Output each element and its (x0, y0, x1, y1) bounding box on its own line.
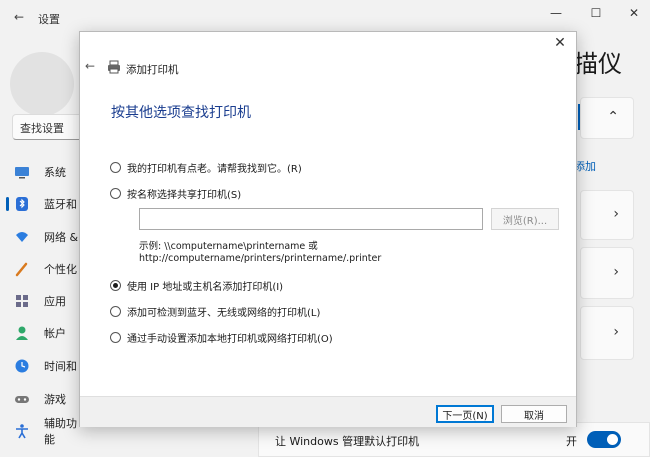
default-printer-setting-row: 让 Windows 管理默认打印机 开 (258, 422, 650, 457)
close-icon[interactable]: ✕ (552, 35, 568, 51)
sidebar-item-personalization[interactable]: 个性化 (14, 256, 80, 282)
sidebar-item-label: 时间和 (44, 360, 77, 373)
sidebar-item-accounts[interactable]: 帐户 (14, 320, 80, 346)
radio-button[interactable] (110, 280, 121, 291)
gamepad-icon (14, 391, 30, 407)
next-button[interactable]: 下一页(N) (436, 405, 494, 423)
option-detectable-printer[interactable]: 添加可检测到蓝牙、无线或网络的打印机(L) (110, 304, 320, 319)
default-printer-label: 让 Windows 管理默认打印机 (275, 435, 420, 448)
sidebar-item-network[interactable]: 网络 & (14, 224, 80, 250)
option-old-printer[interactable]: 我的打印机有点老。请帮我找到它。(R) (110, 160, 302, 175)
accessibility-icon (14, 423, 30, 439)
example-text-line2: http://computername/printers/printername… (139, 253, 382, 264)
shared-printer-name-input[interactable] (139, 208, 483, 230)
option-label: 我的打印机有点老。请帮我找到它。(R) (127, 164, 302, 175)
avatar (10, 52, 74, 116)
option-label: 按名称选择共享打印机(S) (127, 190, 242, 201)
chevron-right-icon: › (613, 206, 619, 222)
option-label: 通过手动设置添加本地打印机或网络打印机(O) (127, 334, 333, 345)
sidebar-item-label: 个性化 (44, 263, 77, 276)
radio-button[interactable] (110, 332, 121, 343)
sidebar-item-accessibility[interactable]: 辅助功能 (14, 417, 80, 446)
sidebar-item-time[interactable]: 时间和 (14, 353, 80, 379)
option-shared-printer[interactable]: 按名称选择共享打印机(S) (110, 186, 241, 201)
monitor-icon (14, 164, 30, 180)
settings-card[interactable]: › (580, 190, 634, 240)
default-printer-toggle[interactable] (587, 431, 621, 448)
radio-button[interactable] (110, 306, 121, 317)
browse-button[interactable]: 浏览(R)... (491, 208, 559, 230)
add-manually-link[interactable]: 添加 (574, 158, 596, 174)
apps-icon (14, 293, 30, 309)
settings-window-title: 设置 (38, 13, 60, 26)
sidebar-item-label: 游戏 (44, 393, 66, 406)
dialog-title: 添加打印机 (126, 64, 179, 76)
sidebar-item-apps[interactable]: 应用 (14, 288, 80, 314)
add-printer-dialog: ✕ ← 添加打印机 按其他选项查找打印机 我的打印机有点老。请帮我找到它。(R)… (79, 31, 577, 427)
sidebar-item-bluetooth[interactable]: 蓝牙和 (6, 191, 80, 217)
sidebar-item-gaming[interactable]: 游戏 (14, 386, 80, 412)
option-manual-setup[interactable]: 通过手动设置添加本地打印机或网络打印机(O) (110, 330, 333, 345)
sidebar-item-label: 系统 (44, 166, 66, 179)
toggle-state-label: 开 (566, 435, 577, 448)
sidebar-item-label: 网络 & (44, 231, 79, 244)
close-window-icon[interactable]: ✕ (624, 6, 644, 20)
dialog-footer: 下一页(N) 取消 (80, 396, 576, 427)
settings-titlebar: ← 设置 — ☐ ✕ (0, 0, 650, 34)
sidebar-item-label: 帐户 (44, 327, 66, 340)
chevron-right-icon: › (613, 264, 619, 280)
option-label: 使用 IP 地址或主机名添加打印机(I) (127, 282, 284, 293)
minimize-icon[interactable]: — (546, 6, 566, 20)
sidebar-item-label: 应用 (44, 295, 66, 308)
brush-icon (14, 261, 30, 277)
sidebar-item-label: 辅助功能 (44, 417, 77, 446)
option-ip-address[interactable]: 使用 IP 地址或主机名添加打印机(I) (110, 278, 283, 293)
settings-card[interactable]: ⌃ (580, 97, 634, 139)
example-text-line1: 示例: \\computername\printername 或 (139, 241, 318, 252)
printer-icon (107, 60, 121, 74)
bluetooth-icon (14, 196, 30, 212)
sidebar-item-label: 蓝牙和 (44, 198, 77, 211)
account-icon (14, 325, 30, 341)
sidebar-item-system[interactable]: 系统 (14, 159, 80, 185)
dialog-heading: 按其他选项查找打印机 (111, 105, 251, 121)
wifi-icon (14, 229, 30, 245)
chevron-up-icon: ⌃ (607, 109, 619, 125)
page-title: 描仪 (574, 50, 622, 78)
chevron-right-icon: › (613, 324, 619, 340)
settings-card[interactable]: › (580, 306, 634, 360)
settings-card[interactable]: › (580, 247, 634, 299)
cancel-button[interactable]: 取消 (501, 405, 567, 423)
option-label: 添加可检测到蓝牙、无线或网络的打印机(L) (127, 308, 321, 319)
back-arrow-icon[interactable]: ← (14, 10, 24, 24)
maximize-icon[interactable]: ☐ (586, 6, 606, 20)
clock-icon (14, 358, 30, 374)
back-arrow-icon[interactable]: ← (85, 59, 95, 73)
radio-button[interactable] (110, 162, 121, 173)
radio-button[interactable] (110, 188, 121, 199)
